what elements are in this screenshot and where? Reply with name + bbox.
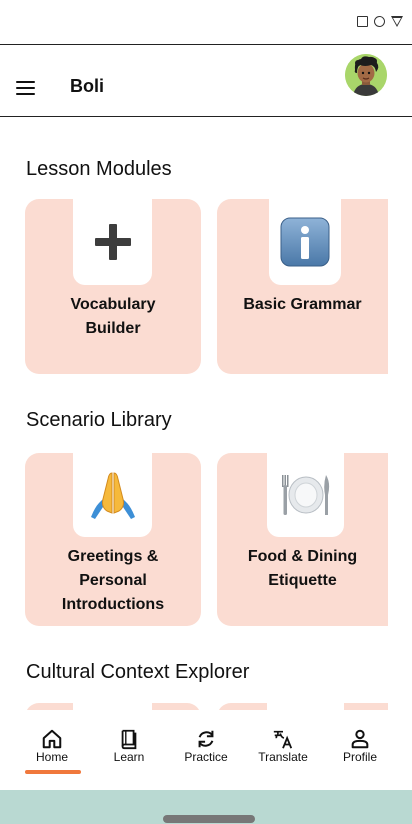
nav-label-translate: Translate bbox=[258, 750, 308, 764]
nav-item-practice[interactable]: Practice bbox=[168, 710, 244, 780]
card-vocabulary-builder[interactable]: Vocabulary Builder bbox=[25, 199, 201, 374]
card-label-line: Etiquette bbox=[268, 572, 337, 589]
circle-icon bbox=[374, 16, 385, 27]
card-label-line: Basic Grammar bbox=[243, 296, 362, 313]
bottom-navigation: Home Learn Practice Translate Profile bbox=[0, 710, 412, 790]
card-label-line: Food & Dining bbox=[247, 548, 358, 565]
card-label-line: Personal bbox=[79, 572, 147, 589]
user-avatar[interactable] bbox=[345, 54, 387, 96]
hamburger-menu-icon[interactable] bbox=[16, 81, 36, 97]
nav-label-learn: Learn bbox=[113, 750, 145, 764]
app-title: Boli bbox=[70, 76, 104, 96]
triangle-icon bbox=[391, 16, 403, 27]
nav-label-home: Home bbox=[35, 750, 68, 764]
nav-label-profile: Profile bbox=[342, 750, 377, 764]
info-icon bbox=[269, 199, 341, 285]
card-food-dining-etiquette[interactable]: Food & Dining Etiquette bbox=[217, 453, 388, 626]
home-gesture-handle[interactable] bbox=[163, 815, 255, 823]
active-tab-indicator bbox=[25, 770, 81, 774]
plus-icon bbox=[73, 199, 152, 285]
nav-item-learn[interactable]: Learn bbox=[91, 710, 167, 780]
card-greetings-introductions[interactable]: Greetings & Personal Introductions bbox=[25, 453, 201, 626]
status-bar bbox=[0, 0, 412, 44]
person-icon bbox=[351, 729, 369, 749]
plate-cutlery-icon bbox=[267, 453, 344, 537]
card-label-line: Builder bbox=[85, 320, 141, 337]
nav-item-translate[interactable]: Translate bbox=[245, 710, 321, 780]
app-bar: Boli bbox=[0, 45, 412, 116]
section-title-scenario-library: Scenario Library bbox=[26, 409, 172, 431]
folded-hands-icon bbox=[73, 453, 152, 537]
refresh-icon bbox=[198, 730, 214, 748]
square-icon bbox=[357, 16, 368, 27]
section-title-cultural-context-explorer: Cultural Context Explorer bbox=[26, 661, 250, 683]
translate-icon bbox=[273, 730, 293, 749]
nav-label-practice: Practice bbox=[184, 750, 228, 764]
card-label-line: Introductions bbox=[61, 596, 165, 613]
card-label-line: Greetings & bbox=[67, 548, 159, 565]
home-icon bbox=[42, 729, 62, 749]
nav-item-profile[interactable]: Profile bbox=[322, 710, 398, 780]
card-basic-grammar[interactable]: Basic Grammar bbox=[217, 199, 388, 374]
app-bar-divider bbox=[0, 116, 412, 117]
card-label-line: Vocabulary bbox=[70, 296, 156, 313]
book-icon bbox=[121, 729, 137, 750]
system-gesture-bar bbox=[0, 790, 412, 824]
section-title-lesson-modules: Lesson Modules bbox=[26, 158, 172, 180]
